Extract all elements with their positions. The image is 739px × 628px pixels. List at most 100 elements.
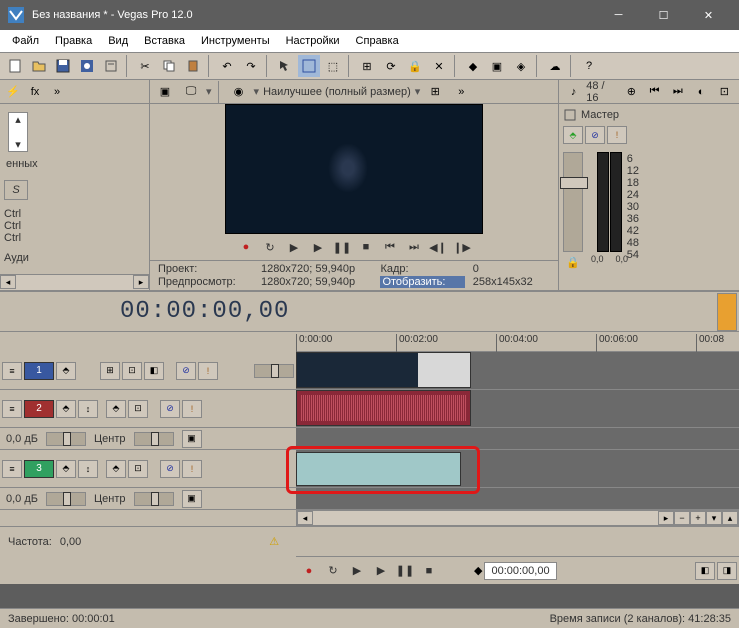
copy-button[interactable] xyxy=(158,55,180,77)
preview-monitor-button[interactable]: 🖵 xyxy=(180,81,202,103)
audio-clip-selected[interactable] xyxy=(296,452,461,486)
preview-fx-button[interactable]: ◉ xyxy=(228,81,250,103)
explorer-more-icon[interactable]: » xyxy=(46,81,68,103)
bypass-fx-button[interactable]: ⬘ xyxy=(56,362,76,380)
save-button[interactable] xyxy=(52,55,74,77)
scroll-right-button[interactable]: ▸ xyxy=(658,511,674,525)
pan-slider[interactable] xyxy=(134,432,174,446)
undo-button[interactable]: ↶ xyxy=(216,55,238,77)
solo-button[interactable]: S xyxy=(4,180,28,200)
master-solo-button[interactable]: ! xyxy=(607,126,627,144)
play-start-button[interactable]: ▶ xyxy=(346,560,368,582)
solo-button[interactable]: ! xyxy=(182,400,202,418)
transport-time[interactable]: 00:00:00,00 xyxy=(484,562,556,580)
go-end-button[interactable]: ⏭ xyxy=(403,236,425,258)
marker-nav-button[interactable]: ◨ xyxy=(717,562,737,580)
render-button[interactable] xyxy=(76,55,98,77)
track-fx-button[interactable]: ⊞ xyxy=(100,362,120,380)
stop-button[interactable]: ■ xyxy=(418,560,440,582)
tab-audio[interactable]: Ауди xyxy=(4,252,145,264)
mixer-go-prev-button[interactable]: ⏮ xyxy=(644,81,665,103)
pause-button[interactable]: ❚❚ xyxy=(331,236,353,258)
timeline-scrollbar[interactable]: ◂ ▸ − + ▾ ▴ xyxy=(296,510,739,526)
track-min-button[interactable]: ≡ xyxy=(2,460,22,478)
play-start-button[interactable]: ▶ xyxy=(283,236,305,258)
volume-slider[interactable] xyxy=(46,492,86,506)
preview-grid-button[interactable]: ⊞ xyxy=(424,81,446,103)
pause-button[interactable]: ❚❚ xyxy=(394,560,416,582)
lock-button[interactable]: 🔒 xyxy=(404,55,426,77)
track-number[interactable]: 3 xyxy=(24,460,54,478)
fx-button[interactable]: fx xyxy=(24,81,46,103)
close-button[interactable]: ✕ xyxy=(686,0,731,30)
play-button[interactable]: ▶ xyxy=(370,560,392,582)
maximize-button[interactable]: ☐ xyxy=(641,0,686,30)
audio-clip[interactable] xyxy=(296,390,471,426)
invert-button[interactable]: ↕ xyxy=(78,460,98,478)
lock-icon[interactable]: 🔒 xyxy=(566,256,580,269)
opacity-slider[interactable] xyxy=(254,364,294,378)
pan-slider[interactable] xyxy=(134,492,174,506)
mute-button[interactable]: ⊘ xyxy=(160,460,180,478)
crossfade-button[interactable]: ✕ xyxy=(428,55,450,77)
auto-button[interactable]: ⊡ xyxy=(128,460,148,478)
master-mute-button[interactable]: ⊘ xyxy=(585,126,605,144)
mixer-dim-button[interactable]: ◐ xyxy=(690,81,711,103)
track-menu-button[interactable]: ▣ xyxy=(182,430,202,448)
explorer-scroller[interactable]: ▴▾ xyxy=(8,112,28,152)
open-button[interactable] xyxy=(28,55,50,77)
preview-quality[interactable]: Наилучшее (полный размер) xyxy=(263,86,411,98)
preview-more-icon[interactable]: » xyxy=(450,81,472,103)
zoom-tool[interactable]: ⬚ xyxy=(322,55,344,77)
marker-nav-button[interactable]: ◧ xyxy=(695,562,715,580)
track-number[interactable]: 1 xyxy=(24,362,54,380)
auto-button[interactable]: ⊡ xyxy=(128,400,148,418)
scroll-right-button[interactable]: ▸ xyxy=(133,275,149,289)
play-button[interactable]: ▶ xyxy=(307,236,329,258)
track-min-button[interactable]: ≡ xyxy=(2,362,22,380)
mixer-go-next-button[interactable]: ⏭ xyxy=(667,81,688,103)
minimize-button[interactable]: ─ xyxy=(596,0,641,30)
master-fader[interactable] xyxy=(563,152,583,252)
auto-button[interactable]: ⊡ xyxy=(122,362,142,380)
menu-view[interactable]: Вид xyxy=(100,33,136,49)
paste-button[interactable] xyxy=(182,55,204,77)
prev-frame-button[interactable]: ◀❙ xyxy=(427,236,449,258)
zoom-in-button[interactable]: + xyxy=(690,511,706,525)
upload-button[interactable]: ☁ xyxy=(544,55,566,77)
zoom-out-button[interactable]: − xyxy=(674,511,690,525)
redo-button[interactable]: ↷ xyxy=(240,55,262,77)
track-menu-button[interactable]: ▣ xyxy=(182,490,202,508)
master-fx-button[interactable]: ⬘ xyxy=(563,126,583,144)
next-frame-button[interactable]: ❙▶ xyxy=(451,236,473,258)
region-button[interactable]: ▣ xyxy=(486,55,508,77)
bolt-icon[interactable]: ⚡ xyxy=(2,81,24,103)
invert-button[interactable]: ↕ xyxy=(78,400,98,418)
envelope-tool[interactable] xyxy=(298,55,320,77)
go-start-button[interactable]: ⏮ xyxy=(379,236,401,258)
scroll-left-button[interactable]: ◂ xyxy=(0,275,16,289)
solo-button[interactable]: ! xyxy=(182,460,202,478)
mixer-insert-button[interactable]: ⊕ xyxy=(621,81,642,103)
properties-button[interactable] xyxy=(100,55,122,77)
marker-button[interactable]: ◆ xyxy=(462,55,484,77)
cut-button[interactable]: ✂ xyxy=(134,55,156,77)
track-fx-button[interactable]: ⬘ xyxy=(106,400,126,418)
record-button[interactable]: ● xyxy=(235,236,257,258)
zoom-v-out-button[interactable]: ▾ xyxy=(706,511,722,525)
keyframe-icon[interactable]: ◆ xyxy=(474,564,482,577)
loop-button[interactable]: ↻ xyxy=(322,560,344,582)
menu-options[interactable]: Настройки xyxy=(278,33,348,49)
explorer-item[interactable]: енных xyxy=(4,156,145,172)
selection-tool[interactable] xyxy=(274,55,296,77)
menu-tools[interactable]: Инструменты xyxy=(193,33,278,49)
video-clip[interactable] xyxy=(296,352,471,388)
bypass-fx-button[interactable]: ⬘ xyxy=(56,400,76,418)
loop-button[interactable]: ↻ xyxy=(259,236,281,258)
volume-slider[interactable] xyxy=(46,432,86,446)
command-button[interactable]: ◈ xyxy=(510,55,532,77)
composite-button[interactable]: ◧ xyxy=(144,362,164,380)
time-ruler[interactable]: 0:00:00 00:02:00 00:04:00 00:06:00 00:08 xyxy=(296,332,739,352)
timecode-display[interactable]: 00:00:00,00 xyxy=(0,298,289,325)
menu-file[interactable]: Файл xyxy=(4,33,47,49)
